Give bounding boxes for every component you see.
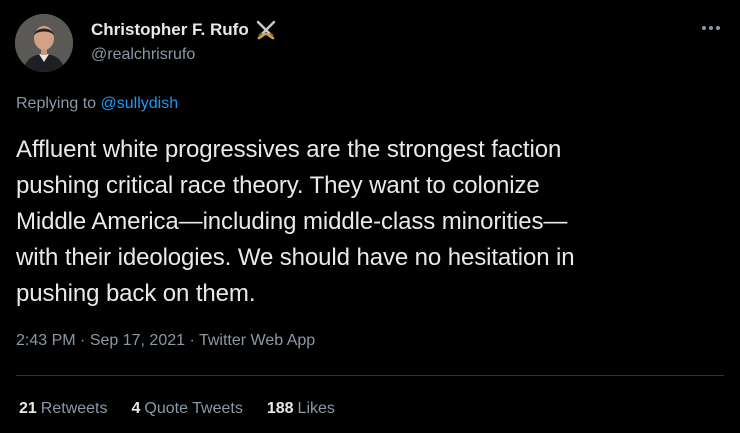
source-app[interactable]: Twitter Web App xyxy=(199,332,315,349)
tweet-text: Affluent white progressives are the stro… xyxy=(16,132,716,312)
tweet-line: Middle America—including middle-class mi… xyxy=(16,208,568,235)
quote-tweets-stat[interactable]: 4 Quote Tweets xyxy=(132,400,243,418)
dot xyxy=(716,26,720,30)
tweet-line: Affluent white progressives are the stro… xyxy=(16,136,562,163)
tweet-card: Christopher F. Rufo @realchrisrufo Reply… xyxy=(0,0,740,433)
tweet-line: pushing critical race theory. They want … xyxy=(16,172,540,199)
divider xyxy=(16,375,724,376)
quote-tweets-count: 4 xyxy=(131,400,141,417)
display-name[interactable]: Christopher F. Rufo xyxy=(91,20,249,40)
reply-handle-link[interactable]: @sullydish xyxy=(101,95,179,112)
quote-tweets-label: Quote Tweets xyxy=(144,400,243,417)
dot xyxy=(709,26,713,30)
retweets-label: Retweets xyxy=(40,400,108,417)
dot xyxy=(702,26,706,30)
replying-to-label: Replying to xyxy=(16,95,97,112)
tweet-line: with their ideologies. We should have no… xyxy=(16,244,575,271)
display-name-row: Christopher F. Rufo xyxy=(91,19,277,41)
tweet-meta: 2:43 PM · Sep 17, 2021 · Twitter Web App xyxy=(16,332,315,350)
tweet-time[interactable]: 2:43 PM xyxy=(16,332,76,349)
user-handle[interactable]: @realchrisrufo xyxy=(91,46,195,64)
likes-count: 188 xyxy=(266,400,294,417)
likes-stat[interactable]: 188 Likes xyxy=(267,400,335,418)
engagement-stats: 21 Retweets 4 Quote Tweets 188 Likes xyxy=(19,400,335,418)
replying-to: Replying to @sullydish xyxy=(16,95,178,113)
meta-separator: · xyxy=(80,332,90,349)
more-options-icon[interactable] xyxy=(698,19,724,37)
meta-separator: · xyxy=(189,332,199,349)
tweet-line: pushing back on them. xyxy=(16,280,256,307)
retweets-stat[interactable]: 21 Retweets xyxy=(19,400,108,418)
profile-photo xyxy=(15,14,73,72)
avatar[interactable] xyxy=(15,14,73,72)
retweets-count: 21 xyxy=(19,400,37,417)
crossed-swords-icon xyxy=(255,19,277,41)
tweet-date[interactable]: Sep 17, 2021 xyxy=(90,332,185,349)
likes-label: Likes xyxy=(297,400,335,417)
